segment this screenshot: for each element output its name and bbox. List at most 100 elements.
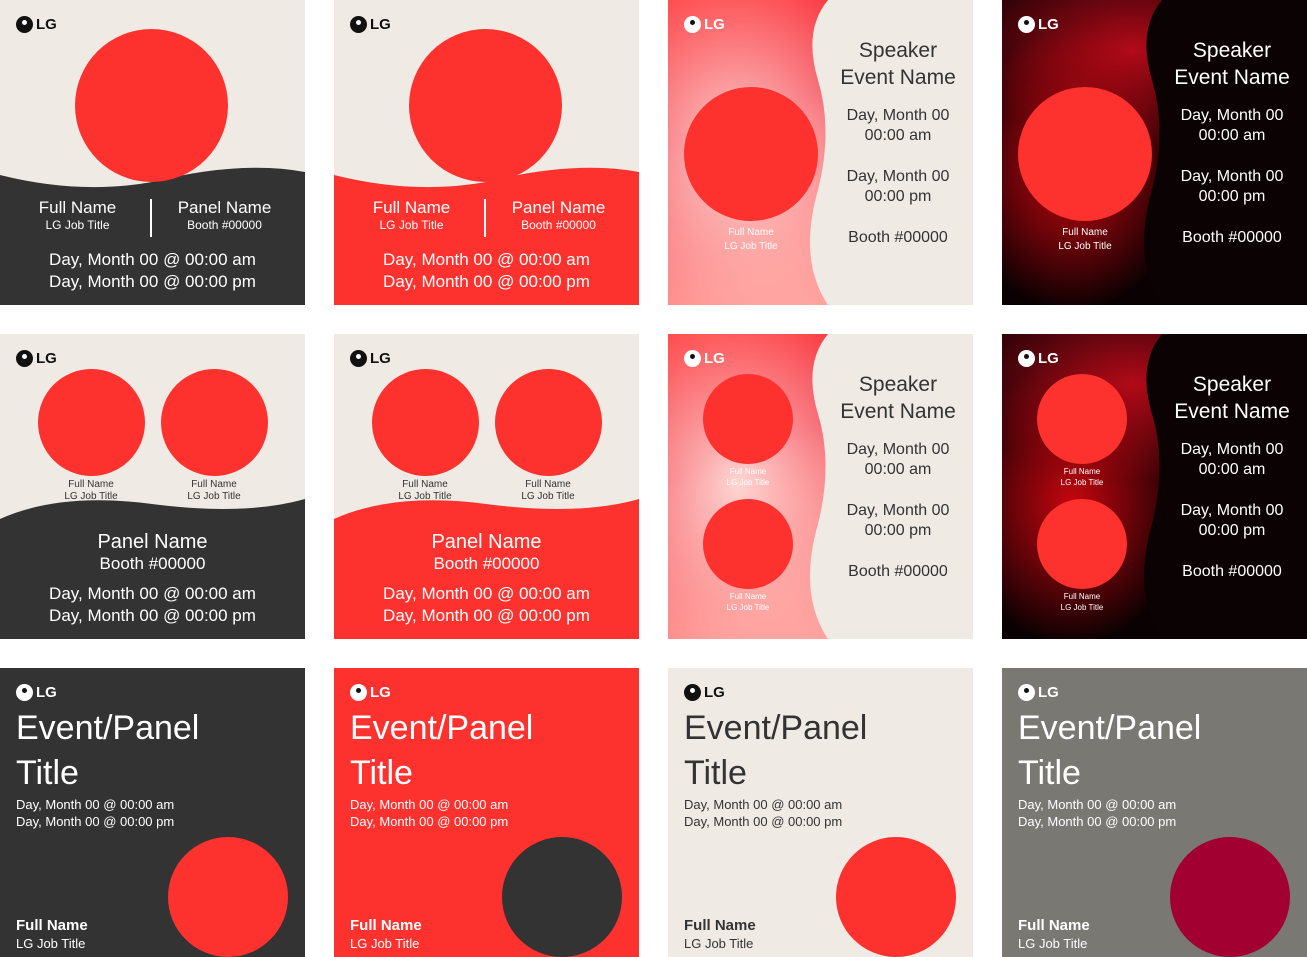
event-name: Event Name — [1174, 400, 1290, 423]
date-pm: Day, Month 00 @ 00:00 pm — [16, 814, 175, 829]
booth-number: Booth #00000 — [848, 229, 948, 246]
date-2: Day, Month 00 — [1180, 168, 1284, 185]
card-title-cream: LG Event/Panel Title Day, Month 00 @ 00:0… — [668, 668, 973, 957]
speaker-name-1: Full Name — [729, 467, 767, 476]
event-dates: Day, Month 00 @ 00:00 am Day, Month 00 @ … — [684, 796, 842, 830]
card-title-dark: LG Event/Panel Title Day, Month 00 @ 00:0… — [0, 668, 305, 957]
event-title: Event/Panel Title — [350, 706, 533, 796]
speaker-name: Full Name — [1062, 227, 1108, 238]
speaker-photo-placeholder — [1170, 837, 1290, 957]
time-2: 00:00 pm — [864, 188, 932, 205]
date-1: Day, Month 00 — [846, 107, 950, 124]
card-side-duo-dark: LG Full Name LG Job Title Full Name LG J… — [1002, 334, 1307, 639]
event-name: Event Name — [840, 400, 956, 423]
event-title-line-1: Event/Panel — [1018, 709, 1202, 747]
card-side-duo-light: LG Full Name LG Job Title Full Name LG J… — [668, 334, 973, 639]
speaker-job-title-2: LG Job Title — [187, 491, 241, 502]
lg-logo: LG — [1018, 350, 1059, 367]
event-title-line-1: Event/Panel — [16, 709, 200, 747]
speaker-photo-placeholder-2 — [703, 499, 793, 589]
panel-name: Panel Name — [177, 198, 272, 217]
date-1: Day, Month 00 — [1180, 107, 1284, 124]
date-am: Day, Month 00 @ 00:00 am — [49, 250, 256, 269]
lg-logo-icon — [16, 684, 33, 701]
event-dates: Day, Month 00 @ 00:00 am Day, Month 00 @ … — [350, 796, 508, 830]
speaker-heading: Speaker — [1192, 39, 1272, 62]
speaker-photo-placeholder — [75, 29, 228, 182]
card-duo-dark: LG Full Name LG Job Title Full Name LG J… — [0, 334, 305, 639]
speaker-name-1: Full Name — [1063, 467, 1101, 476]
time-1: 00:00 am — [864, 461, 932, 478]
date-pm: Day, Month 00 @ 00:00 pm — [1018, 814, 1177, 829]
date-am: Day, Month 00 @ 00:00 am — [350, 797, 509, 812]
speaker-job-title: LG Job Title — [45, 218, 110, 232]
event-name: Event Name — [840, 66, 956, 89]
date-am: Day, Month 00 @ 00:00 am — [684, 797, 843, 812]
brand-label: LG — [1038, 16, 1059, 33]
brand-label: LG — [704, 350, 725, 367]
booth-number: Booth #00000 — [99, 554, 206, 573]
speaker-photo-placeholder-2 — [495, 369, 602, 476]
date-pm: Day, Month 00 @ 00:00 pm — [383, 272, 590, 291]
booth-number: Booth #00000 — [433, 554, 540, 573]
brand-label: LG — [370, 684, 391, 701]
brand-label: LG — [1038, 684, 1059, 701]
booth-number: Booth #00000 — [187, 218, 262, 232]
time-1: 00:00 am — [1198, 461, 1266, 478]
lg-logo: LG — [684, 350, 725, 367]
date-pm: Day, Month 00 @ 00:00 pm — [49, 606, 256, 625]
lg-logo: LG — [16, 684, 57, 701]
speaker-name: Full Name — [16, 917, 88, 934]
card-single-dark: LG Full Name LG Job Title Panel Name Boo… — [0, 0, 305, 305]
event-title-line-1: Event/Panel — [350, 709, 534, 747]
event-dates: Day, Month 00 @ 00:00 am Day, Month 00 @ … — [16, 796, 174, 830]
date-pm: Day, Month 00 @ 00:00 pm — [684, 814, 843, 829]
speaker-name-2: Full Name — [1063, 592, 1101, 601]
date-2: Day, Month 00 — [846, 168, 950, 185]
event-title-line-2: Title — [350, 754, 413, 792]
speaker-job-title-2: LG Job Title — [1060, 603, 1104, 612]
speaker-job-title: LG Job Title — [1018, 936, 1088, 951]
date-pm: Day, Month 00 @ 00:00 pm — [49, 272, 256, 291]
speaker-job-title: LG Job Title — [1058, 241, 1112, 252]
card-duo-red: LG Full Name LG Job Title Full Name LG J… — [334, 334, 639, 639]
speaker-photo-placeholder-1 — [703, 374, 793, 464]
speaker-photo-placeholder-1 — [38, 369, 145, 476]
speaker-photo-placeholder-2 — [161, 369, 268, 476]
lg-logo-icon — [684, 16, 701, 33]
speaker-job-title-1: LG Job Title — [398, 491, 452, 502]
speaker-photo-placeholder — [1018, 87, 1152, 221]
speaker-job-title-2: LG Job Title — [521, 491, 575, 502]
panel-name: Panel Name — [97, 531, 208, 553]
card-side-dark: LG Full Name LG Job Title Speaker Event … — [1002, 0, 1307, 305]
speaker-job-title-1: LG Job Title — [1060, 478, 1104, 487]
booth-number: Booth #00000 — [848, 563, 948, 580]
date-am: Day, Month 00 @ 00:00 am — [49, 584, 256, 603]
event-title-line-2: Title — [684, 754, 747, 792]
speaker-job-title-1: LG Job Title — [726, 478, 770, 487]
panel-name: Panel Name — [511, 198, 606, 217]
date-am: Day, Month 00 @ 00:00 am — [383, 250, 590, 269]
speaker-name-2: Full Name — [729, 592, 767, 601]
event-title: Event/Panel Title — [684, 706, 867, 796]
date-am: Day, Month 00 @ 00:00 am — [1018, 797, 1177, 812]
speaker-job-title: LG Job Title — [684, 936, 754, 951]
card-single-red: LG Full Name LG Job Title Panel Name Boo… — [334, 0, 639, 305]
date-am: Day, Month 00 @ 00:00 am — [16, 797, 175, 812]
time-1: 00:00 am — [864, 127, 932, 144]
speaker-name: Full Name — [38, 198, 117, 217]
lg-logo-icon — [1018, 350, 1035, 367]
speaker-name: Full Name — [350, 917, 422, 934]
speaker-name-2: Full Name — [525, 479, 571, 490]
lg-logo: LG — [684, 16, 725, 33]
speaker-job-title: LG Job Title — [350, 936, 420, 951]
booth-number: Booth #00000 — [521, 218, 596, 232]
speaker-heading: Speaker — [858, 373, 938, 396]
event-dates: Day, Month 00 @ 00:00 am Day, Month 00 @ … — [1018, 796, 1176, 830]
date-pm: Day, Month 00 @ 00:00 pm — [383, 606, 590, 625]
time-2: 00:00 pm — [1198, 188, 1266, 205]
speaker-photo-placeholder — [836, 837, 956, 957]
lg-logo-icon — [684, 350, 701, 367]
lg-logo-icon — [1018, 16, 1035, 33]
booth-number: Booth #00000 — [1182, 563, 1282, 580]
